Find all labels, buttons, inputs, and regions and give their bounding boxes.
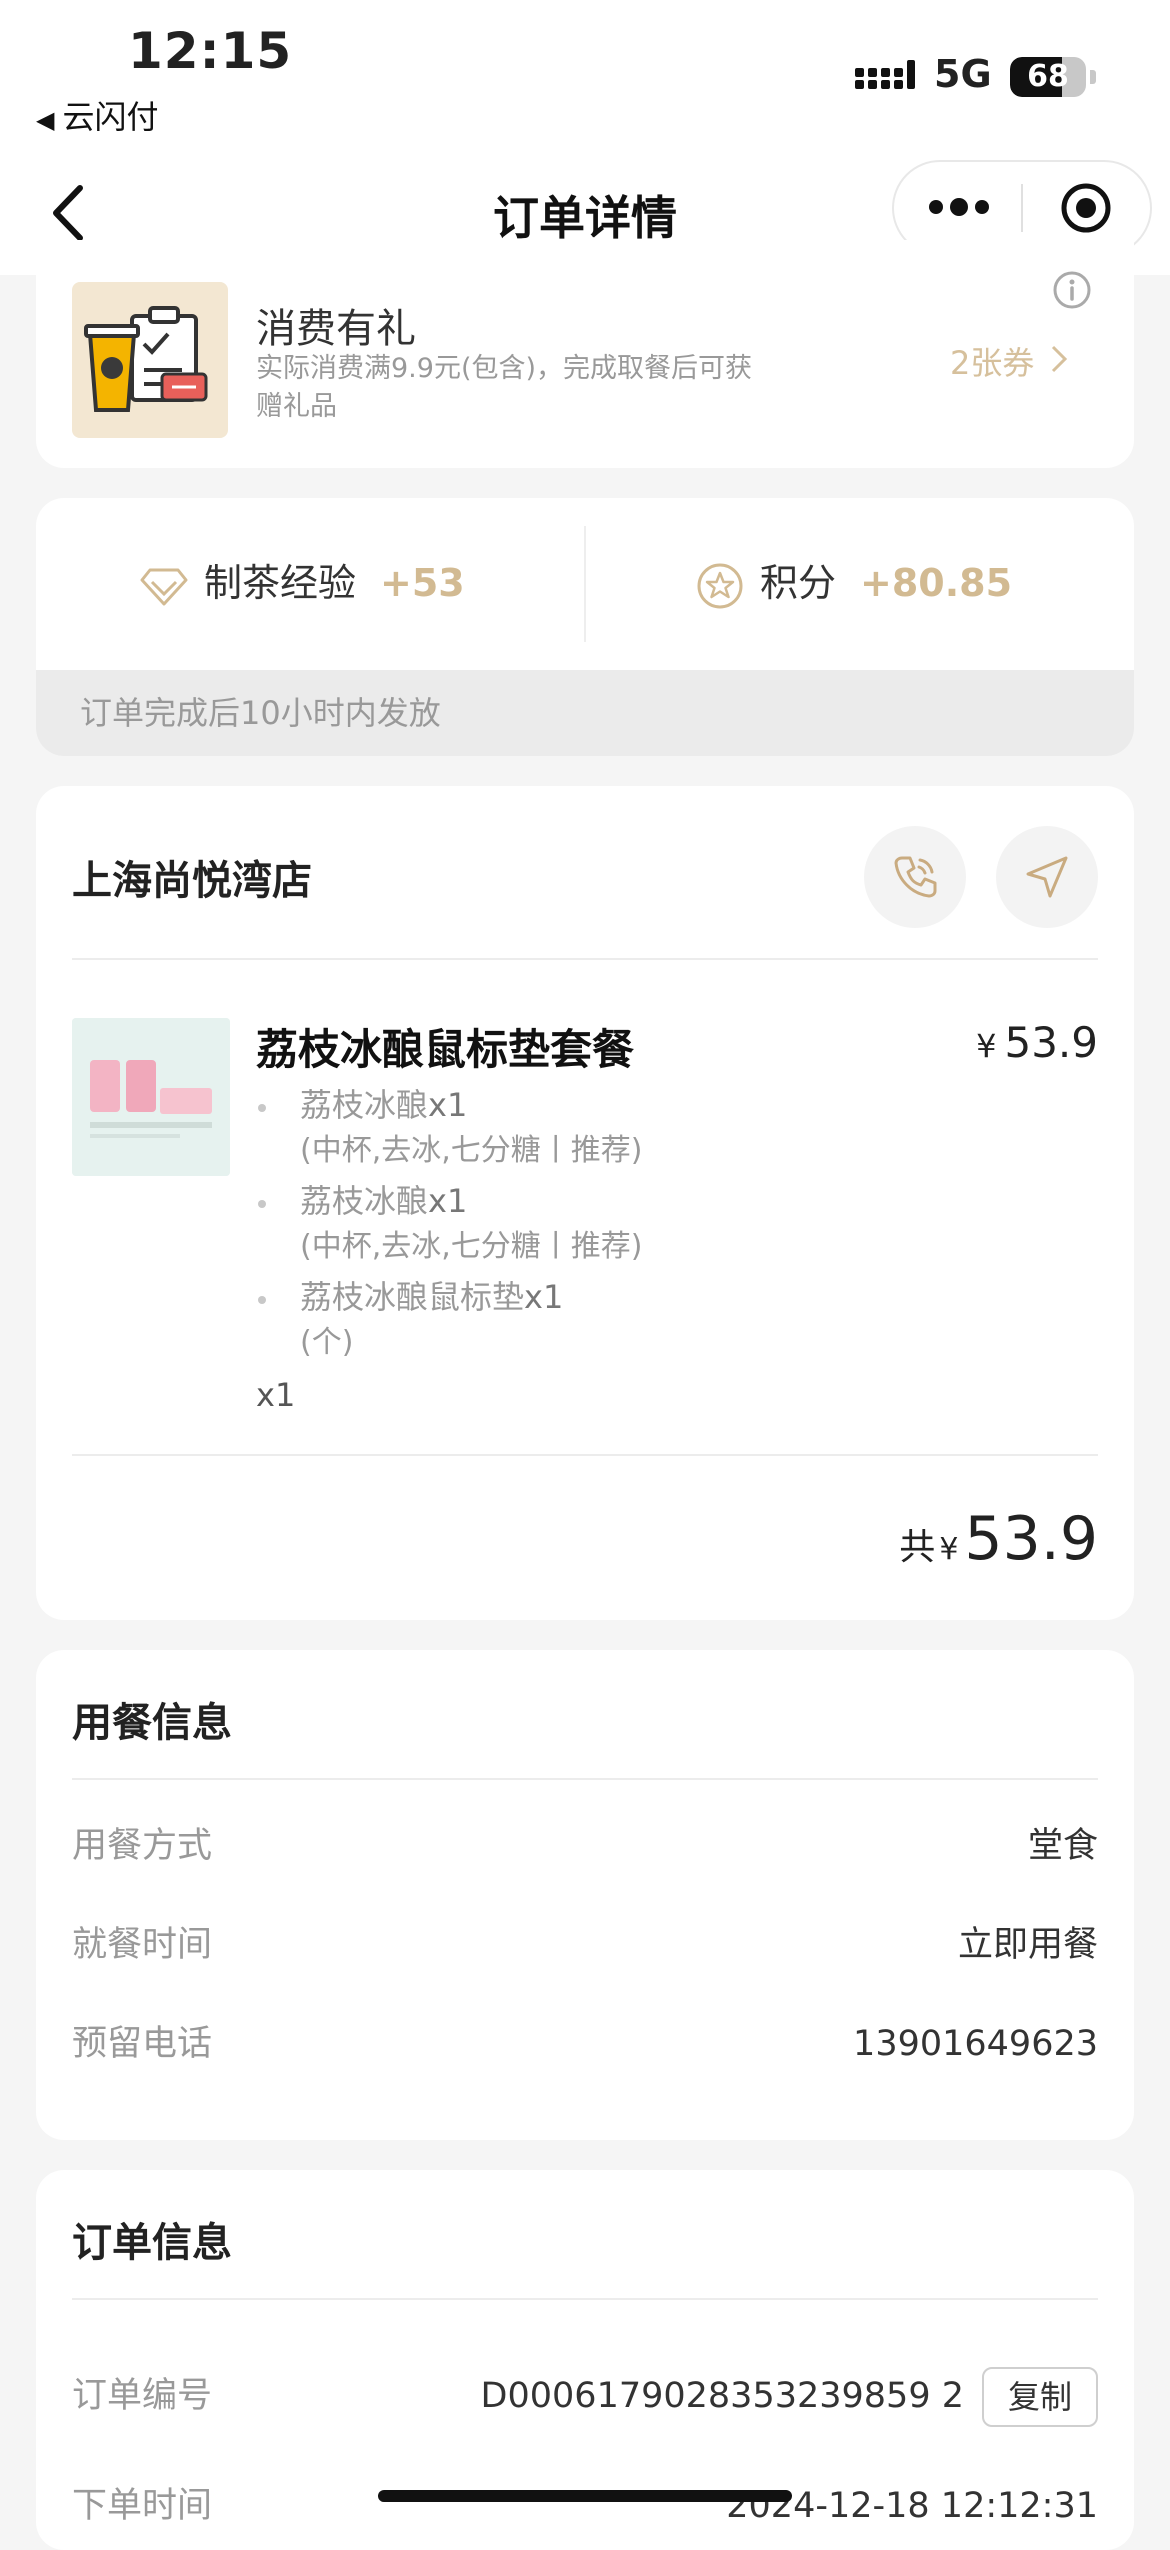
tea-exp-reward: 制茶经验 +53 [140,556,465,610]
navigate-button[interactable] [996,826,1098,928]
more-dots-icon[interactable] [928,195,990,219]
divider [72,1454,1098,1456]
status-time: 12:15 [128,22,293,80]
star-circle-icon [697,563,743,608]
call-store-button[interactable] [864,826,966,928]
combo-item-name: 荔枝冰酿鼠标垫 [300,1278,525,1316]
row-label: 订单编号 [72,2376,213,2416]
combo-item-qty: x1 [428,1182,468,1220]
tea-exp-value: +53 [380,561,465,605]
rewards-divider [584,526,586,642]
product-image [72,1018,230,1176]
signal-icon [855,60,915,89]
battery-percent: 68 [1027,59,1069,94]
rewards-card: 制茶经验 +53 积分 +80.85 订单完成后10小时内发放 [36,498,1134,756]
points-reward: 积分 +80.85 [696,556,1012,610]
total-label: 共 [899,1527,936,1568]
product-price-currency: ¥ [976,1027,997,1065]
product-price: ¥53.9 [976,1018,1098,1067]
combo-item-options: (中杯,去冰,七分糖丨推荐) [300,1133,643,1168]
combo-item-options: (个) [300,1325,354,1360]
row-label: 预留电话 [72,2024,213,2064]
dining-method-row: 用餐方式 堂食 [72,1816,1098,1876]
list-item: 荔枝冰酿x1 (中杯,去冰,七分糖丨推荐) [256,1082,856,1178]
product-price-value: 53.9 [1004,1018,1098,1067]
row-value: 13901649623 [853,2024,1098,2064]
back-app-label: 云闪付 [62,98,159,136]
gift-description: 实际消费满9.9元(包含)，完成取餐后可获赠礼品 [256,353,753,422]
order-time-row: 下单时间 2024-12-18 12:12:31 [72,2476,1098,2536]
gift-cup-icon [84,306,208,412]
divider [72,958,1098,960]
combo-item-qty: x1 [524,1278,564,1316]
bullet [258,1296,266,1304]
status-bar: 12:15 ◀ 云闪付 5G 68 [0,0,1170,150]
row-value: 立即用餐 [957,1925,1098,1965]
order-info-title: 订单信息 [72,2220,232,2266]
points-value: +80.85 [860,561,1013,605]
list-item: 荔枝冰酿x1 (中杯,去冰,七分糖丨推荐) [256,1178,856,1274]
dining-info-title: 用餐信息 [72,1700,232,1746]
bullet [258,1104,266,1112]
row-value: 堂食 [1027,1826,1098,1866]
points-label: 积分 [760,561,837,605]
close-target-icon[interactable] [1060,182,1112,234]
order-total: 共 ¥53.9 [899,1504,1098,1574]
bullet [258,1200,266,1208]
back-to-app-link[interactable]: ◀ 云闪付 [36,92,158,138]
battery-icon: 68 [1010,57,1086,97]
chevron-right-icon [1052,345,1068,373]
coupon-count: 2张券 [950,344,1035,382]
battery-tip [1090,70,1096,84]
reserved-phone-row: 预留电话 13901649623 [72,2014,1098,2074]
copy-button[interactable]: 复制 [981,2367,1098,2427]
total-amount: 53.9 [964,1504,1098,1574]
row-label: 用餐方式 [72,1826,213,1866]
tea-exp-label: 制茶经验 [204,561,357,605]
product-name: 荔枝冰酿鼠标垫套餐 [256,1025,635,1074]
order-items-card: 上海尚悦湾店 荔枝冰酿鼠标垫套餐 ¥53.9 荔枝冰酿x1 (中杯,去冰,七分糖… [36,786,1134,1620]
gift-title: 消费有礼 [256,306,416,352]
product-photo [72,1018,230,1176]
row-label: 就餐时间 [72,1925,213,1965]
row-label: 下单时间 [72,2486,213,2526]
divider [72,2298,1098,2300]
dining-time-row: 就餐时间 立即用餐 [72,1915,1098,1975]
combo-items-list: 荔枝冰酿x1 (中杯,去冰,七分糖丨推荐) 荔枝冰酿x1 (中杯,去冰,七分糖丨… [256,1082,856,1370]
order-id-row: 订单编号 D0006179028353239859 2 复制 [72,2366,1098,2427]
diamond-icon [140,568,188,605]
dining-info-card: 用餐信息 用餐方式 堂食 就餐时间 立即用餐 预留电话 13901649623 [36,1650,1134,2140]
store-name[interactable]: 上海尚悦湾店 [72,848,312,906]
combo-item-qty: x1 [428,1086,468,1124]
rewards-note: 订单完成后10小时内发放 [36,670,1134,756]
combo-item-options: (中杯,去冰,七分糖丨推荐) [300,1229,643,1264]
total-currency: ¥ [939,1532,959,1567]
row-value: 2024-12-18 12:12:31 [726,2486,1098,2526]
order-id-value-wrap: D0006179028353239859 2 复制 [481,2366,1098,2427]
back-triangle-icon: ◀ [36,106,55,134]
phone-icon [894,856,937,898]
capsule-divider [1021,184,1023,232]
divider [72,1778,1098,1780]
info-icon[interactable] [1052,270,1092,310]
coupon-link[interactable]: 2张券 [950,338,1068,384]
home-indicator[interactable] [378,2490,792,2502]
combo-item-name: 荔枝冰酿 [300,1086,429,1124]
order-id-value: D0006179028353239859 2 [480,2376,964,2416]
list-item: 荔枝冰酿鼠标垫x1 (个) [256,1274,856,1370]
network-type: 5G [934,52,992,96]
gift-card[interactable]: 消费有礼 实际消费满9.9元(包含)，完成取餐后可获赠礼品 2张券 [36,240,1134,468]
product-quantity: x1 [256,1376,296,1414]
navigation-arrow-icon [1026,856,1068,898]
combo-item-name: 荔枝冰酿 [300,1182,429,1220]
gift-thumbnail [72,282,228,438]
